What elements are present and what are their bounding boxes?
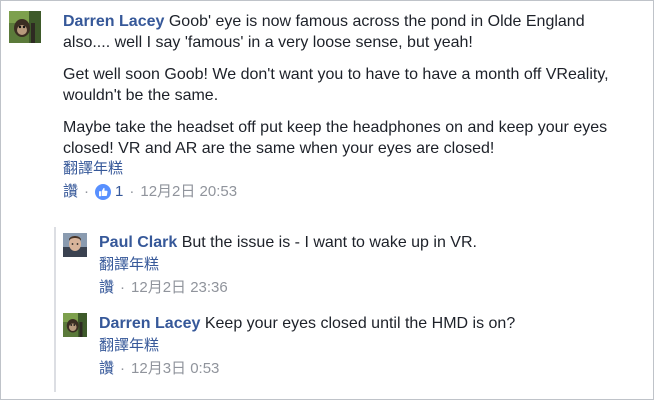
comment-actions: 讚 · 12月3日 0:53: [99, 359, 629, 379]
like-button[interactable]: 讚: [99, 278, 114, 298]
reply-body: Darren Lacey Keep your eyes closed until…: [99, 313, 629, 379]
avatar[interactable]: [9, 11, 41, 43]
comment-actions: 讚 · 1 · 12月2日 20:53: [63, 182, 633, 202]
comment-author[interactable]: Darren Lacey: [63, 13, 164, 30]
comment-thread: Darren Lacey Goob' eye is now famous acr…: [0, 0, 654, 400]
avatar[interactable]: [63, 313, 87, 337]
like-button[interactable]: 讚: [99, 359, 114, 379]
avatar-face-image: [63, 233, 87, 257]
comment-body: Darren Lacey Goob' eye is now famous acr…: [63, 11, 633, 202]
reply-body: Paul Clark But the issue is - I want to …: [99, 232, 629, 298]
translate-link[interactable]: 翻譯年糕: [99, 336, 629, 356]
comment-actions: 讚 · 12月2日 23:36: [99, 278, 629, 298]
like-button[interactable]: 讚: [63, 182, 78, 202]
comment-author[interactable]: Paul Clark: [99, 234, 177, 251]
comment-text: Get well soon Goob! We don't want you to…: [63, 66, 609, 104]
avatar-monkey-image: [9, 11, 41, 43]
like-count[interactable]: 1: [95, 182, 123, 202]
separator: ·: [129, 183, 135, 200]
comment-author[interactable]: Darren Lacey: [99, 315, 200, 332]
translate-link[interactable]: 翻譯年糕: [99, 255, 629, 275]
separator: ·: [84, 183, 90, 200]
avatar-monkey-image: [63, 313, 87, 337]
timestamp[interactable]: 12月2日 23:36: [131, 278, 228, 298]
comment-text: But the issue is - I want to wake up in …: [181, 234, 477, 251]
reply-thread-line: [54, 227, 56, 392]
separator: ·: [120, 279, 126, 296]
separator: ·: [120, 360, 126, 377]
timestamp[interactable]: 12月3日 0:53: [131, 359, 219, 379]
comment-text: Keep your eyes closed until the HMD is o…: [204, 315, 516, 332]
timestamp[interactable]: 12月2日 20:53: [140, 182, 237, 202]
translate-link[interactable]: 翻譯年糕: [63, 159, 633, 179]
avatar[interactable]: [63, 233, 87, 257]
comment-text: Maybe take the headset off put keep the …: [63, 119, 608, 157]
like-count-value: 1: [115, 183, 124, 200]
thumbs-up-icon: [95, 184, 112, 200]
